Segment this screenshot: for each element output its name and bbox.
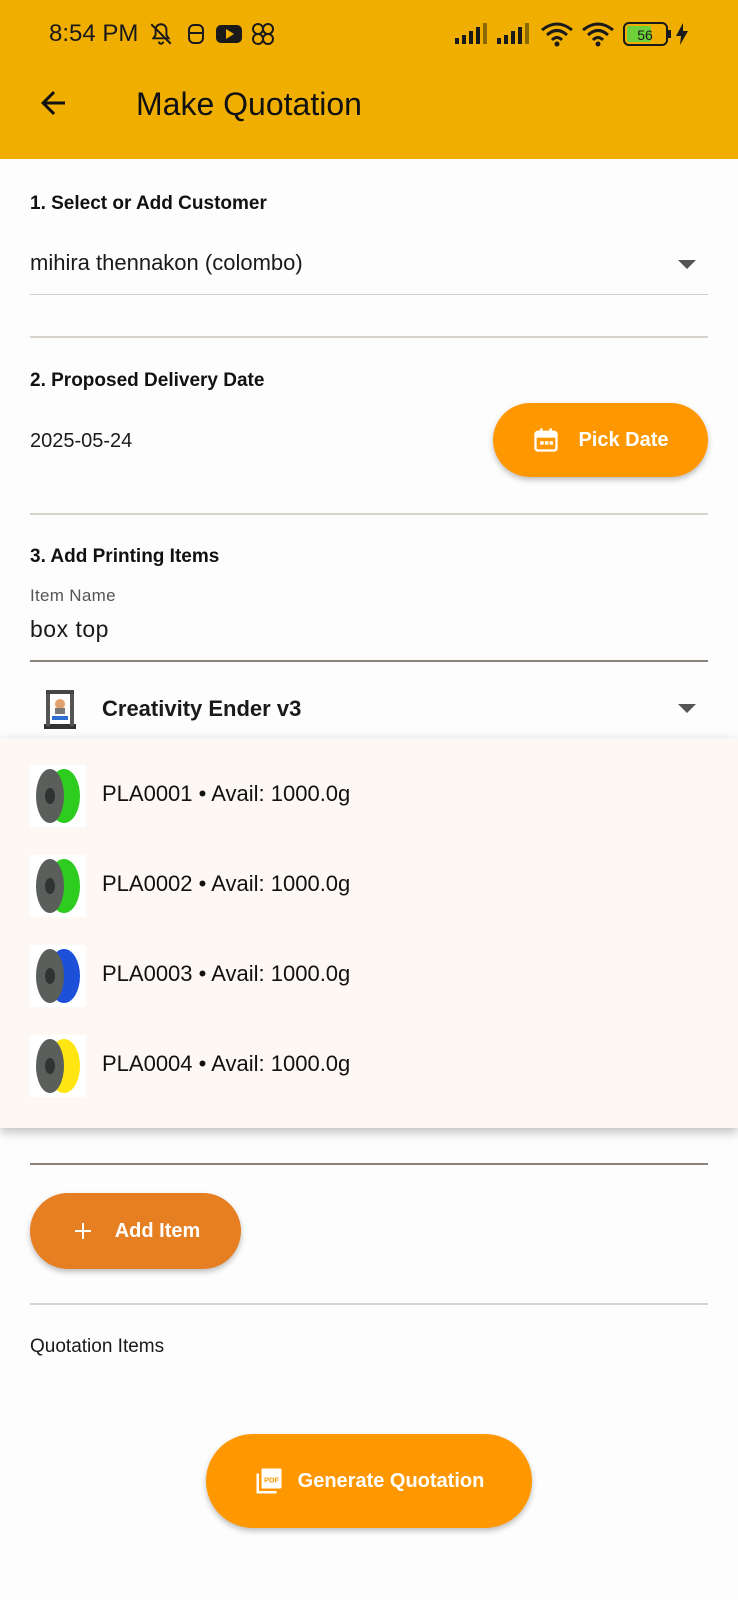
delivery-section-label: 2. Proposed Delivery Date xyxy=(30,370,265,391)
item-name-underline xyxy=(30,660,708,662)
page-title: Make Quotation xyxy=(136,86,362,122)
wifi-icon xyxy=(581,20,615,48)
calendar-icon xyxy=(534,428,559,452)
battery-icon: 56 xyxy=(623,20,673,48)
section-divider xyxy=(30,1303,708,1305)
plus-icon xyxy=(74,1223,91,1239)
filament-spool-icon xyxy=(30,945,86,1007)
generate-quotation-button[interactable]: PDF Generate Quotation xyxy=(206,1434,532,1528)
item-name-field[interactable] xyxy=(30,580,708,662)
add-item-button[interactable]: Add Item xyxy=(30,1193,241,1269)
chevron-down-icon xyxy=(678,704,696,713)
app-bar: 8:54 PM 56 Make Quotation xyxy=(0,0,738,159)
back-button[interactable] xyxy=(30,80,76,126)
add-item-label: Add Item xyxy=(114,1219,201,1242)
pick-date-label: Pick Date xyxy=(578,428,669,451)
filament-spool-icon xyxy=(30,855,86,917)
material-option[interactable]: PLA0004 • Avail: 1000.0g xyxy=(0,1020,738,1110)
item-name-label: Item Name xyxy=(30,586,116,605)
section-divider xyxy=(30,513,708,515)
material-option[interactable]: PLA0001 • Avail: 1000.0g xyxy=(0,750,738,840)
material-option-label: PLA0001 • Avail: 1000.0g xyxy=(102,781,351,806)
material-option[interactable]: PLA0002 • Avail: 1000.0g xyxy=(0,840,738,930)
battery-level: 56 xyxy=(637,27,653,43)
pick-date-button[interactable]: Pick Date xyxy=(493,403,708,477)
customer-dropdown-value: mihira thennakon (colombo) xyxy=(30,250,303,275)
quotation-items-label: Quotation Items xyxy=(30,1336,165,1357)
filament-spool-icon xyxy=(30,765,86,827)
customer-section-label: 1. Select or Add Customer xyxy=(30,193,267,214)
filament-spool-icon xyxy=(30,1035,86,1097)
charging-icon xyxy=(675,20,689,48)
bell-off-icon xyxy=(148,20,174,48)
generate-quotation-label: Generate Quotation xyxy=(297,1469,485,1492)
customer-dropdown-underline xyxy=(30,294,708,295)
price-field-underline xyxy=(30,1163,708,1165)
item-name-value: box top xyxy=(30,616,109,642)
pdf-icon: PDF xyxy=(256,1468,282,1494)
material-option-label: PLA0003 • Avail: 1000.0g xyxy=(102,961,351,986)
printer-dropdown-value: Creativity Ender v3 xyxy=(102,696,302,721)
chevron-down-icon xyxy=(678,260,696,269)
section-divider xyxy=(30,336,708,338)
material-option-label: PLA0002 • Avail: 1000.0g xyxy=(102,871,351,896)
youtube-icon xyxy=(215,20,243,48)
gamepad-icon xyxy=(185,20,207,48)
printer-dropdown[interactable]: Creativity Ender v3 xyxy=(30,680,708,740)
status-bar: 8:54 PM 56 xyxy=(0,0,738,70)
delivery-date-value: 2025-05-24 xyxy=(30,430,133,452)
items-section-label: 3. Add Printing Items xyxy=(30,546,220,567)
wifi-icon xyxy=(540,20,574,48)
signal-icon xyxy=(496,20,530,48)
signal-icon xyxy=(454,20,488,48)
status-time: 8:54 PM xyxy=(49,20,139,47)
arrow-left-icon xyxy=(41,91,65,115)
link-icon xyxy=(250,20,276,48)
printer-icon xyxy=(44,690,76,729)
svg-text:PDF: PDF xyxy=(264,1475,279,1484)
material-dropdown-menu: PLA0001 • Avail: 1000.0g PLA0002 • Avail… xyxy=(0,738,738,1128)
material-option-label: PLA0004 • Avail: 1000.0g xyxy=(102,1051,351,1076)
material-option[interactable]: PLA0003 • Avail: 1000.0g xyxy=(0,930,738,1020)
